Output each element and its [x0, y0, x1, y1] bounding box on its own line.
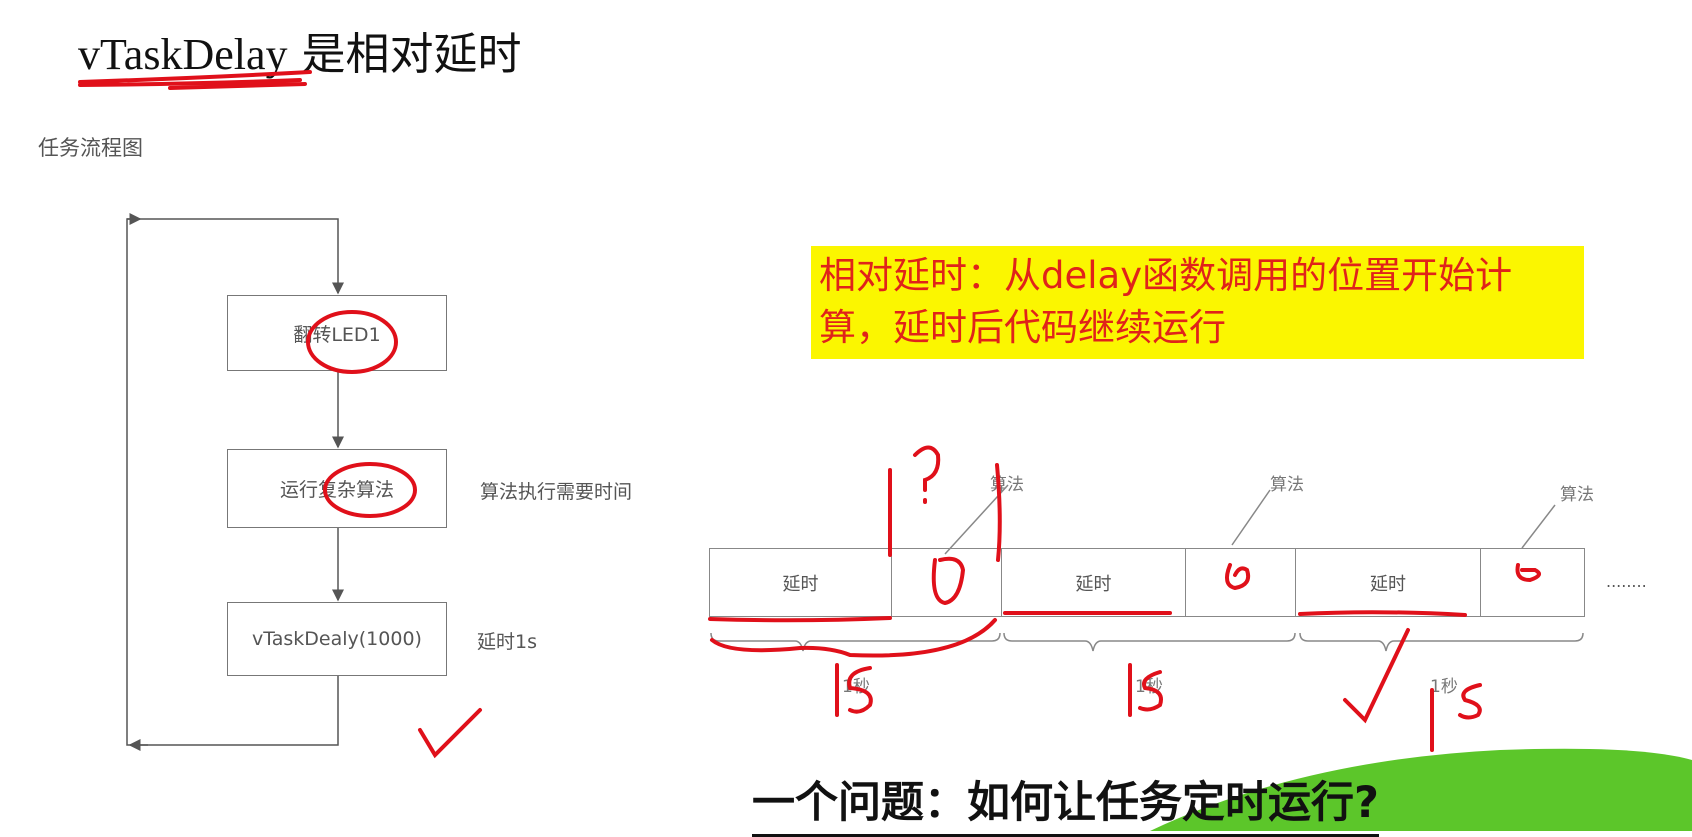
check-and-1s-3 [1343, 628, 1482, 752]
title-underline [78, 70, 312, 90]
algo-mark-3 [1515, 563, 1541, 583]
delay-underline-1 [708, 616, 892, 623]
question-mark [913, 445, 941, 504]
hand-1s-1 [835, 663, 873, 717]
bracket-right [995, 463, 1002, 562]
circle-led1 [306, 310, 398, 374]
algo-mark-1 [931, 556, 966, 606]
delay-underline-3 [1298, 610, 1467, 617]
hand-1s-2 [1128, 663, 1163, 717]
red-pen-annotations [78, 70, 1541, 759]
algo-mark-2 [1224, 563, 1251, 591]
brace-mark-1 [710, 618, 997, 658]
circle-algorithm [323, 462, 417, 518]
checkmark-flow [418, 708, 482, 759]
